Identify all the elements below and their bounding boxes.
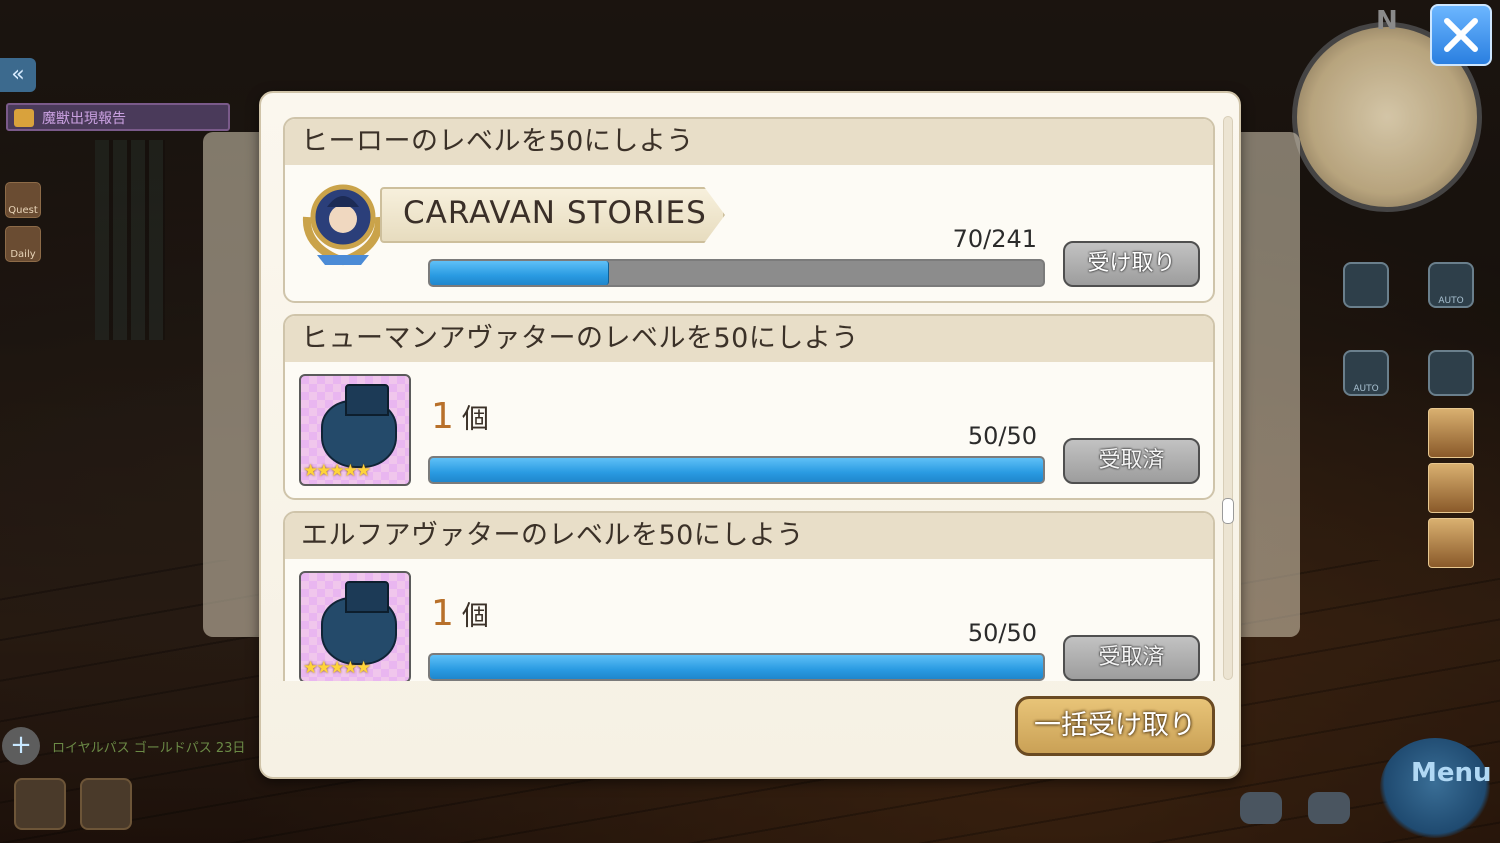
progress-bar-fill bbox=[430, 261, 609, 285]
mission-title: ヒューマンアヴァターのレベルを50にしよう bbox=[285, 316, 1213, 362]
rarity-stars: ★★★★★ bbox=[303, 658, 371, 678]
quest-label: Quest bbox=[8, 205, 38, 216]
back-button[interactable]: « bbox=[0, 58, 36, 92]
camera-icon[interactable] bbox=[1343, 262, 1389, 308]
pass-banner-text: ロイヤルパス ゴールドパス 23日 bbox=[52, 741, 246, 756]
monster-report-banner[interactable]: 魔獣出現報告 bbox=[6, 103, 230, 131]
daily-label: Daily bbox=[10, 249, 36, 260]
auto-camera-button[interactable]: AUTO bbox=[1428, 262, 1474, 308]
treasure-bag-icon: ★★★★★ bbox=[299, 571, 411, 681]
party-hero-portrait-3[interactable] bbox=[1428, 518, 1474, 568]
add-plus-button[interactable]: + bbox=[2, 727, 40, 765]
mission-list[interactable]: ヒーローのレベルを50にしよう CARAVAN STORIES 70/241 受… bbox=[281, 115, 1221, 681]
top-hat-shape bbox=[345, 581, 389, 613]
menu-button[interactable] bbox=[1380, 738, 1490, 838]
reward-logo-text: CARAVAN STORIES bbox=[403, 195, 707, 231]
progress-bar-fill bbox=[430, 458, 1043, 482]
progress-bar bbox=[428, 259, 1045, 287]
gift-box-button[interactable] bbox=[80, 778, 132, 830]
chat-icon[interactable] bbox=[1308, 792, 1350, 824]
progress-bar bbox=[428, 653, 1045, 681]
reward-quantity: 1個 bbox=[431, 593, 489, 634]
close-button[interactable] bbox=[1430, 4, 1492, 66]
double-chevron-left-icon: « bbox=[11, 62, 25, 87]
quest-button[interactable]: Quest bbox=[5, 182, 41, 218]
caravan-stories-emblem-icon bbox=[302, 184, 384, 266]
progress-bar-fill bbox=[430, 655, 1043, 679]
fox-mask-icon bbox=[14, 109, 34, 127]
treasure-bag-icon: ★★★★★ bbox=[299, 374, 411, 486]
mission-card: エルフアヴァターのレベルを50にしよう ★★★★★ 1個 50/50 受取済 bbox=[283, 511, 1215, 681]
progress-label: 70/241 bbox=[952, 225, 1037, 253]
auto-battle-button[interactable]: AUTO bbox=[1343, 350, 1389, 396]
auto-camera-label: AUTO bbox=[1438, 296, 1464, 306]
progress-label: 50/50 bbox=[967, 619, 1037, 647]
reward-qty-number: 1 bbox=[431, 593, 454, 634]
progress-label: 50/50 bbox=[967, 422, 1037, 450]
party-icon[interactable] bbox=[1428, 350, 1474, 396]
minimap-north-label: N bbox=[1376, 6, 1398, 36]
reward-qty-number: 1 bbox=[431, 396, 454, 437]
claim-button[interactable]: 受け取り bbox=[1063, 241, 1200, 287]
reward-quantity: 1個 bbox=[431, 396, 489, 437]
rarity-stars: ★★★★★ bbox=[303, 461, 371, 481]
gear-shield-button[interactable] bbox=[14, 778, 66, 830]
party-hero-portrait-2[interactable] bbox=[1428, 463, 1474, 513]
reward-qty-unit: 個 bbox=[461, 404, 489, 435]
auto-battle-label: AUTO bbox=[1353, 384, 1379, 394]
mission-title: エルフアヴァターのレベルを50にしよう bbox=[285, 513, 1213, 559]
monster-report-label: 魔獣出現報告 bbox=[42, 111, 126, 127]
reward-qty-unit: 個 bbox=[461, 601, 489, 632]
emote-icon[interactable] bbox=[1240, 792, 1282, 824]
scrollbar-track[interactable] bbox=[1223, 116, 1233, 680]
close-x-icon bbox=[1444, 18, 1478, 52]
menu-label: Menu bbox=[1411, 758, 1492, 788]
progress-bar bbox=[428, 456, 1045, 484]
claimed-button[interactable]: 受取済 bbox=[1063, 438, 1200, 484]
mission-card: ヒーローのレベルを50にしよう CARAVAN STORIES 70/241 受… bbox=[283, 117, 1215, 303]
top-hat-shape bbox=[345, 384, 389, 416]
claimed-button[interactable]: 受取済 bbox=[1063, 635, 1200, 681]
mission-title: ヒーローのレベルを50にしよう bbox=[285, 119, 1213, 165]
daily-button[interactable]: Daily bbox=[5, 226, 41, 262]
party-hero-portrait-1[interactable] bbox=[1428, 408, 1474, 458]
mission-card: ヒューマンアヴァターのレベルを50にしよう ★★★★★ 1個 50/50 受取済 bbox=[283, 314, 1215, 500]
claim-all-button[interactable]: 一括受け取り bbox=[1015, 696, 1215, 756]
scrollbar-thumb[interactable] bbox=[1222, 498, 1234, 524]
